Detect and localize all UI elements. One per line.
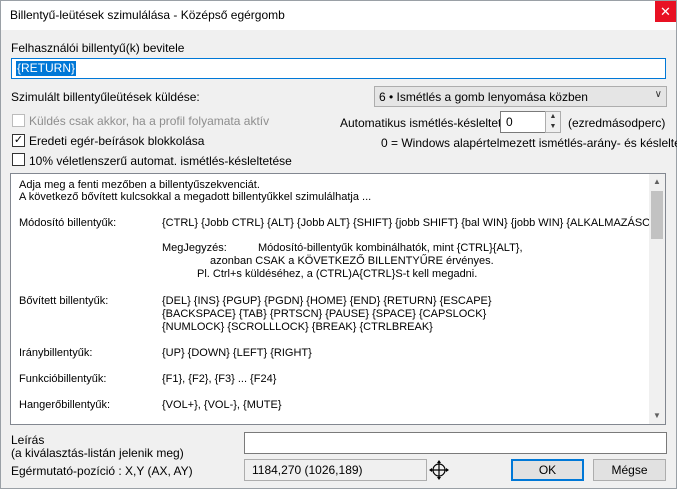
note-line-1: Módosító-billentyűk kombinálhatók, mint … (258, 242, 523, 254)
ok-button[interactable]: OK (511, 459, 584, 481)
send-mode-value: 6 • Ismétlés a gomb lenyomása közben (379, 90, 588, 104)
random-delay-label: 10% véletlenszerű automat. ismétlés-késl… (29, 154, 292, 168)
auto-repeat-label: Automatikus ismétlés-késleltetés (340, 116, 515, 130)
block-mouse-label: Eredeti egér-beírások blokkolása (29, 134, 205, 148)
volume-label: Hangerőbillentyűk: (19, 399, 111, 411)
profile-only-label: Küldés csak akkor, ha a profil folyamata… (29, 114, 270, 128)
help-textbox[interactable]: Adja meg a fenti mezőben a billentyűszek… (10, 173, 666, 425)
cursor-position-field: 1184,270 (1026,189) (244, 459, 427, 481)
auto-repeat-input[interactable]: 0 (500, 111, 546, 133)
extended-label: Bővített billentyűk: (19, 295, 109, 307)
direction-value: {UP} {DOWN} {LEFT} {RIGHT} (162, 347, 312, 359)
volume-value: {VOL+}, {VOL-}, {MUTE} (162, 399, 282, 411)
auto-repeat-hint: 0 = Windows alapértelmezett ismétlés-ará… (381, 136, 677, 150)
direction-label: Iránybillentyűk: (19, 347, 93, 359)
help-scrollbar[interactable]: ▲ ▼ (649, 174, 665, 424)
description-label: Leírás (11, 433, 45, 447)
send-mode-select[interactable]: 6 • Ismétlés a gomb lenyomása közben ∨ (374, 86, 667, 107)
cursor-position-label: Egérmutató-pozíció : X,Y (AX, AY) (11, 464, 193, 478)
window-title: Billentyű-leütések szimulálása - Középső… (10, 8, 285, 22)
modifiers-value: {CTRL} {Jobb CTRL} {ALT} {Jobb ALT} {SHI… (162, 217, 651, 229)
chevron-down-icon: ∨ (654, 89, 662, 100)
profile-only-checkbox[interactable] (12, 114, 25, 127)
function-label: Funkcióbillentyűk: (19, 373, 107, 385)
cancel-button[interactable]: Mégse (593, 459, 666, 481)
keys-input[interactable]: {RETURN} (11, 58, 666, 79)
auto-repeat-spinner[interactable]: ▲ ▼ (545, 111, 561, 133)
description-input[interactable] (244, 432, 667, 454)
scroll-down-icon[interactable]: ▼ (649, 408, 665, 424)
checkmark-icon: ✓ (13, 134, 24, 146)
help-intro-2: A következő bővített kulcsokkal a megado… (19, 191, 372, 203)
scroll-up-icon[interactable]: ▲ (649, 174, 665, 190)
block-mouse-checkbox[interactable]: ✓ (12, 134, 25, 147)
modifiers-label: Módosító billentyűk: (19, 217, 117, 229)
keys-input-value: {RETURN} (16, 61, 77, 76)
note-line-2: azonban CSAK a KÖVETKEZŐ BILLENTYŰRE érv… (210, 255, 494, 267)
keys-input-label: Felhasználói billentyű(k) bevitele (11, 41, 185, 55)
spin-up-icon[interactable]: ▲ (546, 112, 560, 122)
function-value: {F1}, {F2}, {F3} ... {F24} (162, 373, 277, 385)
crosshair-icon[interactable] (428, 459, 450, 481)
note-label: MegJegyzés: (162, 242, 227, 254)
title-bar[interactable]: Billentyű-leütések szimulálása - Középső… (1, 1, 676, 30)
extended-line-2: {BACKSPACE} {TAB} {PRTSCN} {PAUSE} {SPAC… (162, 308, 487, 320)
scroll-thumb[interactable] (651, 191, 663, 239)
send-mode-label: Szimulált billentyűleütések küldése: (11, 90, 200, 104)
dialog-window: Billentyű-leütések szimulálása - Középső… (0, 0, 677, 489)
spin-down-icon[interactable]: ▼ (546, 122, 560, 132)
auto-repeat-unit: (ezredmásodperc) (568, 116, 666, 130)
auto-repeat-value: 0 (506, 115, 513, 129)
close-icon[interactable]: ✕ (655, 1, 676, 22)
extended-line-1: {DEL} {INS} {PGUP} {PGDN} {HOME} {END} {… (162, 295, 492, 307)
note-line-3: Pl. Ctrl+s küldéséhez, a (CTRL)A{CTRL}S-… (197, 268, 478, 280)
random-delay-checkbox[interactable] (12, 153, 25, 166)
description-sublabel: (a kiválasztás-listán jelenik meg) (11, 446, 184, 460)
help-content: Adja meg a fenti mezőben a billentyűszek… (11, 174, 651, 424)
extended-line-3: {NUMLOCK} {SCROLLLOCK} {BREAK} {CTRLBREA… (162, 321, 433, 333)
